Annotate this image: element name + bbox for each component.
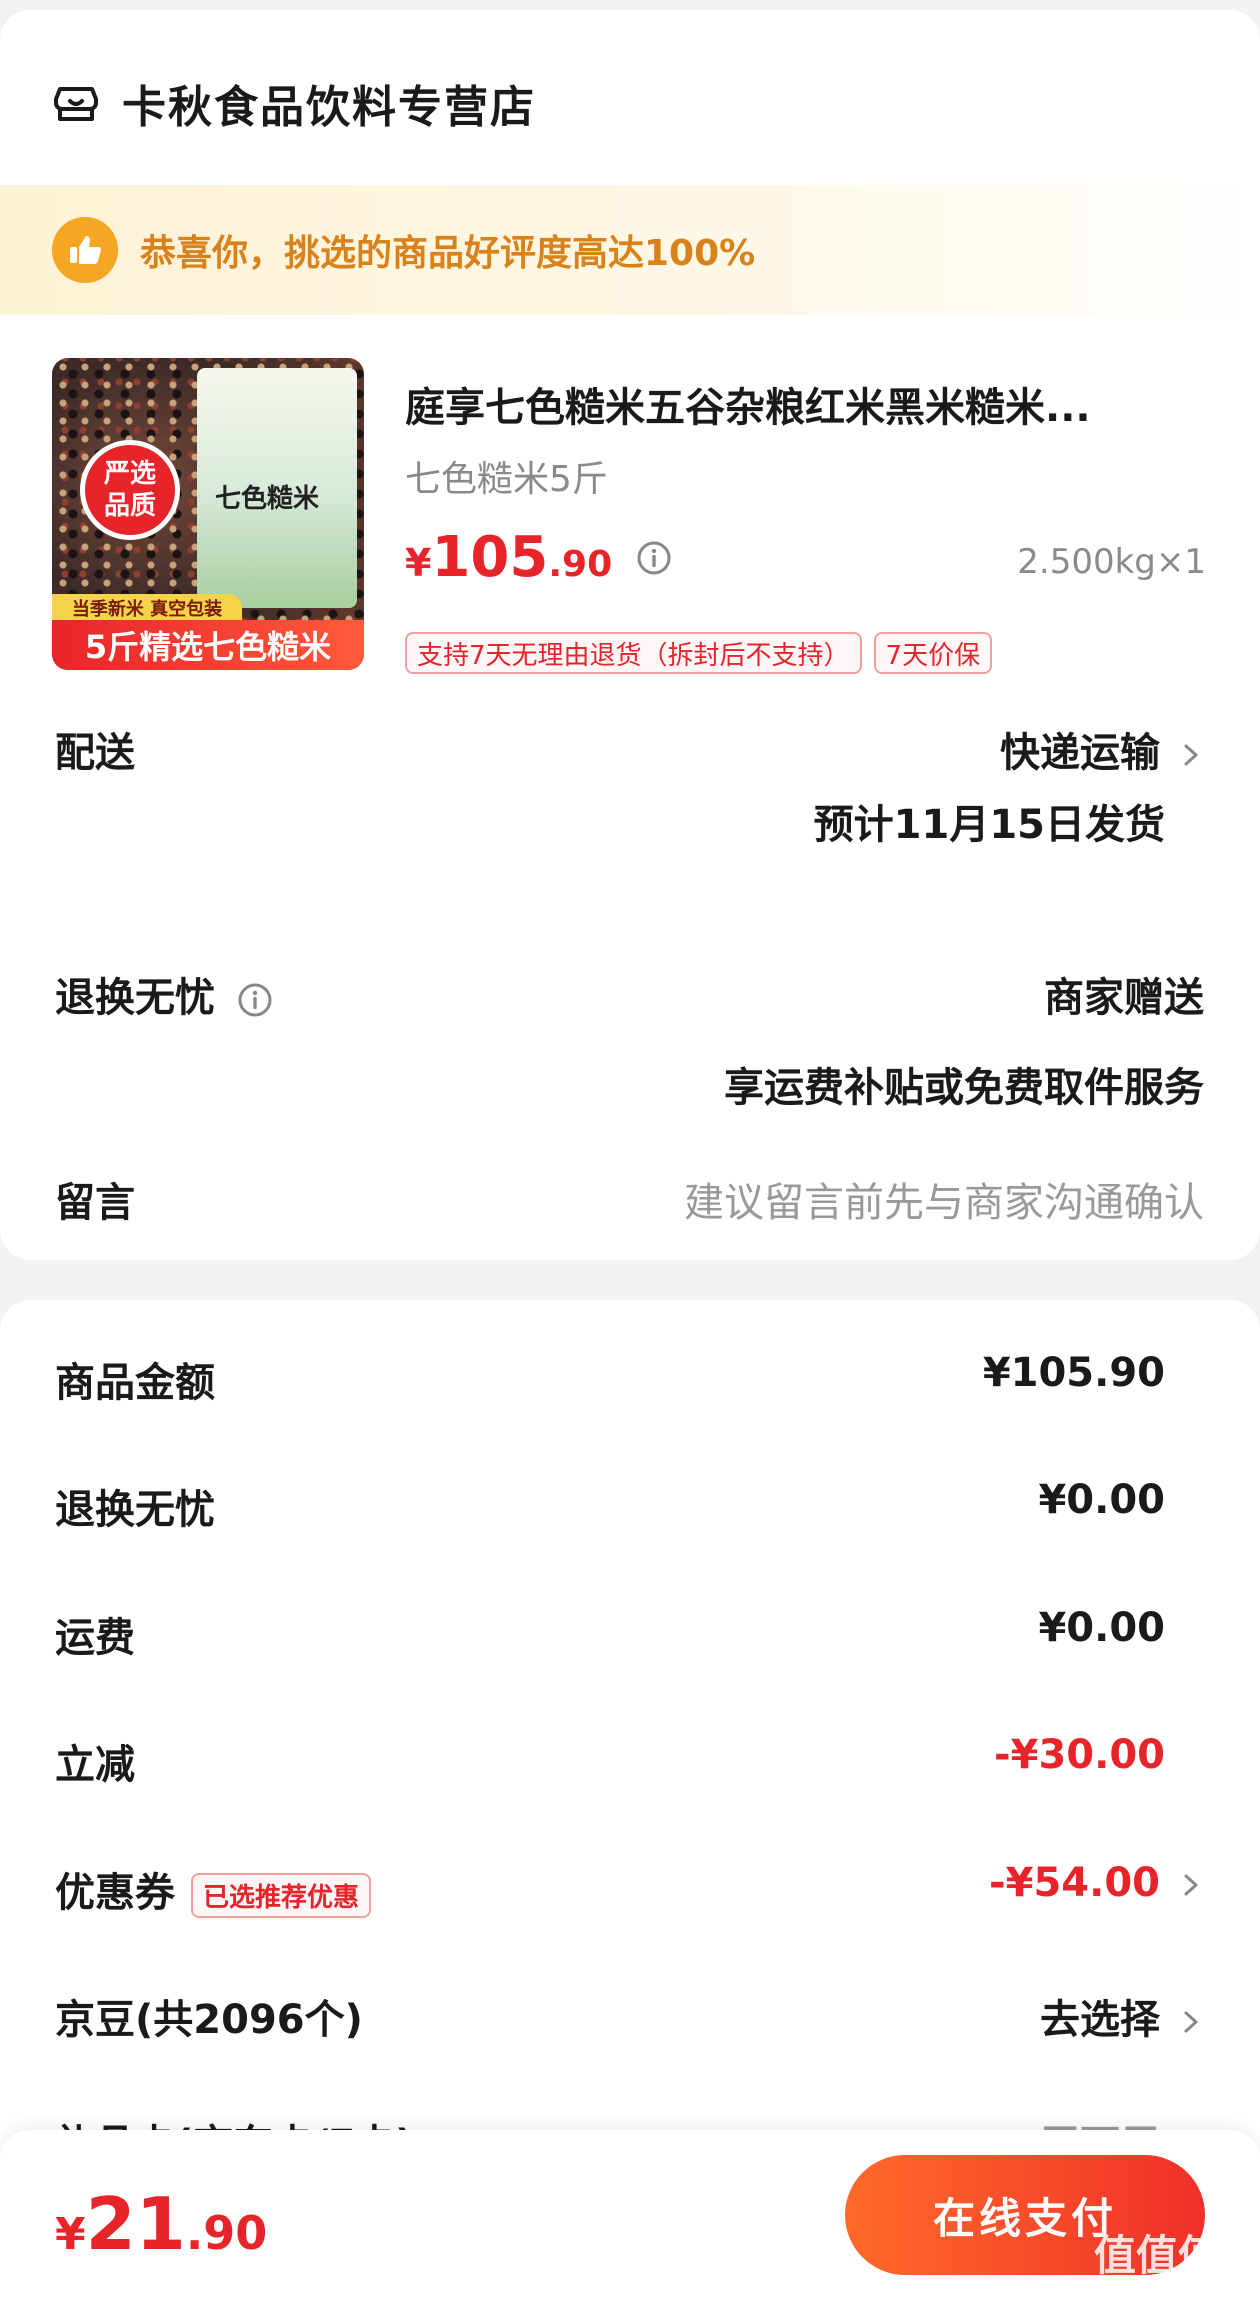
badge-line-2: 品质 bbox=[103, 491, 156, 521]
coupon-value: -¥54.00 bbox=[989, 1860, 1160, 1906]
store-header[interactable]: 卡秋食品饮料专营店 bbox=[52, 68, 536, 138]
order-card: 卡秋食品饮料专营店 恭喜你，挑选的商品好评度高达100% 七色糙米 严选 品质 … bbox=[0, 10, 1260, 1260]
delivery-label: 配送 bbox=[55, 730, 135, 776]
watermark-sub: zhizhizhi.com bbox=[1067, 2276, 1246, 2300]
product-quantity: 2.500kg×1 bbox=[1017, 542, 1206, 582]
image-strip-small: 当季新米 真空包装 bbox=[52, 594, 242, 622]
discount-value: -¥30.00 bbox=[994, 1732, 1165, 1778]
chevron-right-icon bbox=[1184, 744, 1198, 766]
jingdou-selector[interactable]: 去选择 bbox=[1040, 1987, 1204, 2045]
bag-title: 七色糙米 bbox=[215, 484, 320, 514]
rating-banner: 恭喜你，挑选的商品好评度高达100% bbox=[0, 185, 1260, 315]
price-decimal: .90 bbox=[548, 544, 613, 585]
return-service-label-text: 退换无忧 bbox=[55, 975, 215, 1021]
message-label: 留言 bbox=[55, 1180, 135, 1226]
thumbs-up-icon bbox=[52, 217, 118, 283]
service-tag: 支持7天无理由退货（拆封后不支持） bbox=[405, 632, 862, 674]
service-tag: 7天价保 bbox=[873, 632, 993, 674]
site-watermark: 值值值 zhizhizhi.com bbox=[1067, 2235, 1246, 2300]
watermark-main: 值值值 bbox=[1093, 2231, 1220, 2280]
jingdou-label: 京豆(共2096个) bbox=[55, 1997, 363, 2043]
service-tags: 支持7天无理由退货（拆封后不支持） 7天价保 bbox=[405, 632, 1004, 674]
price-info-icon[interactable] bbox=[636, 540, 672, 576]
store-name[interactable]: 卡秋食品饮料专营店 bbox=[122, 71, 536, 135]
price-integer: 105 bbox=[431, 525, 549, 590]
rating-banner-text: 恭喜你，挑选的商品好评度高达100% bbox=[140, 233, 756, 274]
return-service-label: 退换无忧 bbox=[55, 965, 273, 1023]
message-input[interactable]: 建议留言前先与商家沟通确认 bbox=[684, 1170, 1204, 1228]
total-price: ¥ 21 .90 bbox=[55, 2182, 267, 2266]
coupon-label: 优惠券 已选推荐优惠 bbox=[55, 1860, 372, 1918]
return-service-value: 商家赠送 bbox=[1044, 975, 1204, 1021]
goods-amount-label: 商品金额 bbox=[55, 1360, 215, 1406]
delivery-method-text: 快递运输 bbox=[1000, 730, 1160, 776]
info-icon[interactable] bbox=[237, 982, 273, 1018]
product-title[interactable]: 庭享七色糙米五谷杂粮红米黑米糙米... bbox=[405, 375, 1205, 433]
delivery-method[interactable]: 快递运输 bbox=[1000, 720, 1204, 778]
coupon-tag: 已选推荐优惠 bbox=[191, 1872, 372, 1918]
jingdou-action: 去选择 bbox=[1040, 1997, 1160, 2043]
total-decimal: .90 bbox=[185, 2206, 268, 2260]
return-service-detail: 享运费补贴或免费取件服务 bbox=[724, 1065, 1204, 1111]
product-image[interactable]: 七色糙米 严选 品质 当季新米 真空包装 5斤精选七色糙米 bbox=[52, 358, 364, 670]
badge-line-1: 严选 bbox=[103, 459, 156, 489]
chevron-right-icon bbox=[1184, 1874, 1198, 1896]
shipping-value: ¥0.00 bbox=[1038, 1605, 1165, 1651]
return-fee-value: ¥0.00 bbox=[1038, 1477, 1165, 1523]
image-strip-large: 5斤精选七色糙米 bbox=[52, 620, 364, 670]
store-icon bbox=[54, 87, 98, 121]
total-integer: 21 bbox=[85, 2182, 186, 2266]
delivery-estimate: 预计11月15日发货 bbox=[813, 802, 1165, 848]
coupon-label-text: 优惠券 bbox=[55, 1870, 175, 1916]
product-spec: 七色糙米5斤 bbox=[405, 459, 608, 500]
discount-label: 立减 bbox=[55, 1742, 135, 1788]
quality-badge: 严选 品质 bbox=[80, 440, 180, 540]
coupon-selector[interactable]: -¥54.00 bbox=[989, 1860, 1204, 1906]
chevron-right-icon bbox=[1184, 2011, 1198, 2033]
goods-amount-value: ¥105.90 bbox=[982, 1350, 1165, 1396]
product-price: ¥ 105 .90 bbox=[405, 525, 672, 590]
rice-bag-graphic: 七色糙米 bbox=[197, 368, 357, 608]
return-fee-label: 退换无忧 bbox=[55, 1487, 215, 1533]
total-currency: ¥ bbox=[55, 2209, 86, 2260]
price-currency: ¥ bbox=[405, 541, 432, 585]
shipping-label: 运费 bbox=[55, 1615, 135, 1661]
